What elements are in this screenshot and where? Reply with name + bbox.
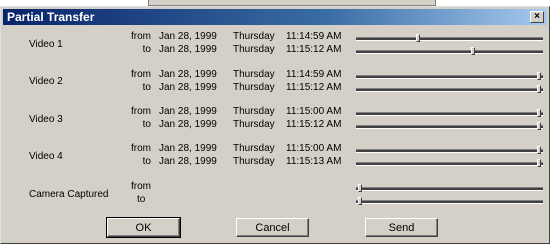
video-2-to-time: 11:15:12 AM: [286, 82, 342, 93]
camera-from-label: from: [131, 181, 151, 192]
video-2-label: Video 2: [29, 76, 63, 87]
video-2-to-slider[interactable]: [356, 85, 543, 93]
video-1-to-time: 11:15:12 AM: [286, 44, 342, 55]
video-3-from-date: Jan 28, 1999: [159, 106, 217, 117]
video-1-to-day: Thursday: [233, 44, 275, 55]
video-1-to-slider[interactable]: [356, 47, 543, 55]
video-1-from-slider[interactable]: [356, 34, 543, 42]
video-4-to-date: Jan 28, 1999: [159, 156, 217, 167]
slider-thumb[interactable]: [357, 197, 362, 205]
video-3-to-day: Thursday: [233, 119, 275, 130]
window-title: Partial Transfer: [7, 10, 95, 24]
video-4-to-time: 11:15:13 AM: [286, 156, 342, 167]
video-4-from-date: Jan 28, 1999: [159, 143, 217, 154]
cancel-button[interactable]: Cancel: [236, 218, 309, 237]
video-3-to-slider[interactable]: [356, 122, 543, 130]
ok-button[interactable]: OK: [106, 217, 181, 238]
partial-transfer-dialog: Partial Transfer × Video 1 from Jan 28, …: [0, 6, 550, 244]
video-1-from-time: 11:14:59 AM: [286, 31, 342, 42]
video-2-to-label: to: [142, 82, 151, 93]
video-4-to-label: to: [142, 156, 151, 167]
camera-captured-label: Camera Captured: [29, 189, 109, 200]
camera-to-slider[interactable]: [356, 197, 543, 205]
video-4-to-slider[interactable]: [356, 159, 543, 167]
close-button[interactable]: ×: [530, 11, 544, 23]
video-4-from-day: Thursday: [233, 143, 275, 154]
video-3-to-label: to: [142, 119, 151, 130]
video-3-from-time: 11:15:00 AM: [286, 106, 342, 117]
video-3-from-label: from: [131, 106, 151, 117]
slider-thumb[interactable]: [416, 34, 421, 42]
video-4-label: Video 4: [29, 151, 63, 162]
slider-thumb[interactable]: [471, 47, 476, 55]
video-3-from-day: Thursday: [233, 106, 275, 117]
slider-thumb[interactable]: [537, 109, 542, 117]
video-4-from-label: from: [131, 143, 151, 154]
slider-thumb[interactable]: [357, 184, 362, 192]
video-1-from-day: Thursday: [233, 31, 275, 42]
video-3-to-date: Jan 28, 1999: [159, 119, 217, 130]
slider-thumb[interactable]: [537, 146, 542, 154]
video-3-to-time: 11:15:12 AM: [286, 119, 342, 130]
video-1-from-date: Jan 28, 1999: [159, 31, 217, 42]
video-4-to-day: Thursday: [233, 156, 275, 167]
video-2-to-day: Thursday: [233, 82, 275, 93]
video-2-from-day: Thursday: [233, 69, 275, 80]
slider-thumb[interactable]: [537, 85, 542, 93]
camera-from-slider[interactable]: [356, 184, 543, 192]
video-1-label: Video 1: [29, 39, 63, 50]
video-1-to-date: Jan 28, 1999: [159, 44, 217, 55]
slider-thumb[interactable]: [537, 159, 542, 167]
video-4-from-slider[interactable]: [356, 146, 543, 154]
video-2-to-date: Jan 28, 1999: [159, 82, 217, 93]
video-1-to-label: to: [142, 44, 151, 55]
slider-thumb[interactable]: [537, 72, 542, 80]
video-2-from-slider[interactable]: [356, 72, 543, 80]
video-3-label: Video 3: [29, 114, 63, 125]
slider-thumb[interactable]: [537, 122, 542, 130]
title-bar[interactable]: Partial Transfer ×: [3, 9, 547, 25]
send-button[interactable]: Send: [365, 218, 438, 237]
video-3-from-slider[interactable]: [356, 109, 543, 117]
video-2-from-time: 11:14:59 AM: [286, 69, 342, 80]
video-4-from-time: 11:15:00 AM: [286, 143, 342, 154]
video-2-from-label: from: [131, 69, 151, 80]
camera-to-label: to: [137, 194, 146, 205]
video-1-from-label: from: [131, 31, 151, 42]
video-2-from-date: Jan 28, 1999: [159, 69, 217, 80]
